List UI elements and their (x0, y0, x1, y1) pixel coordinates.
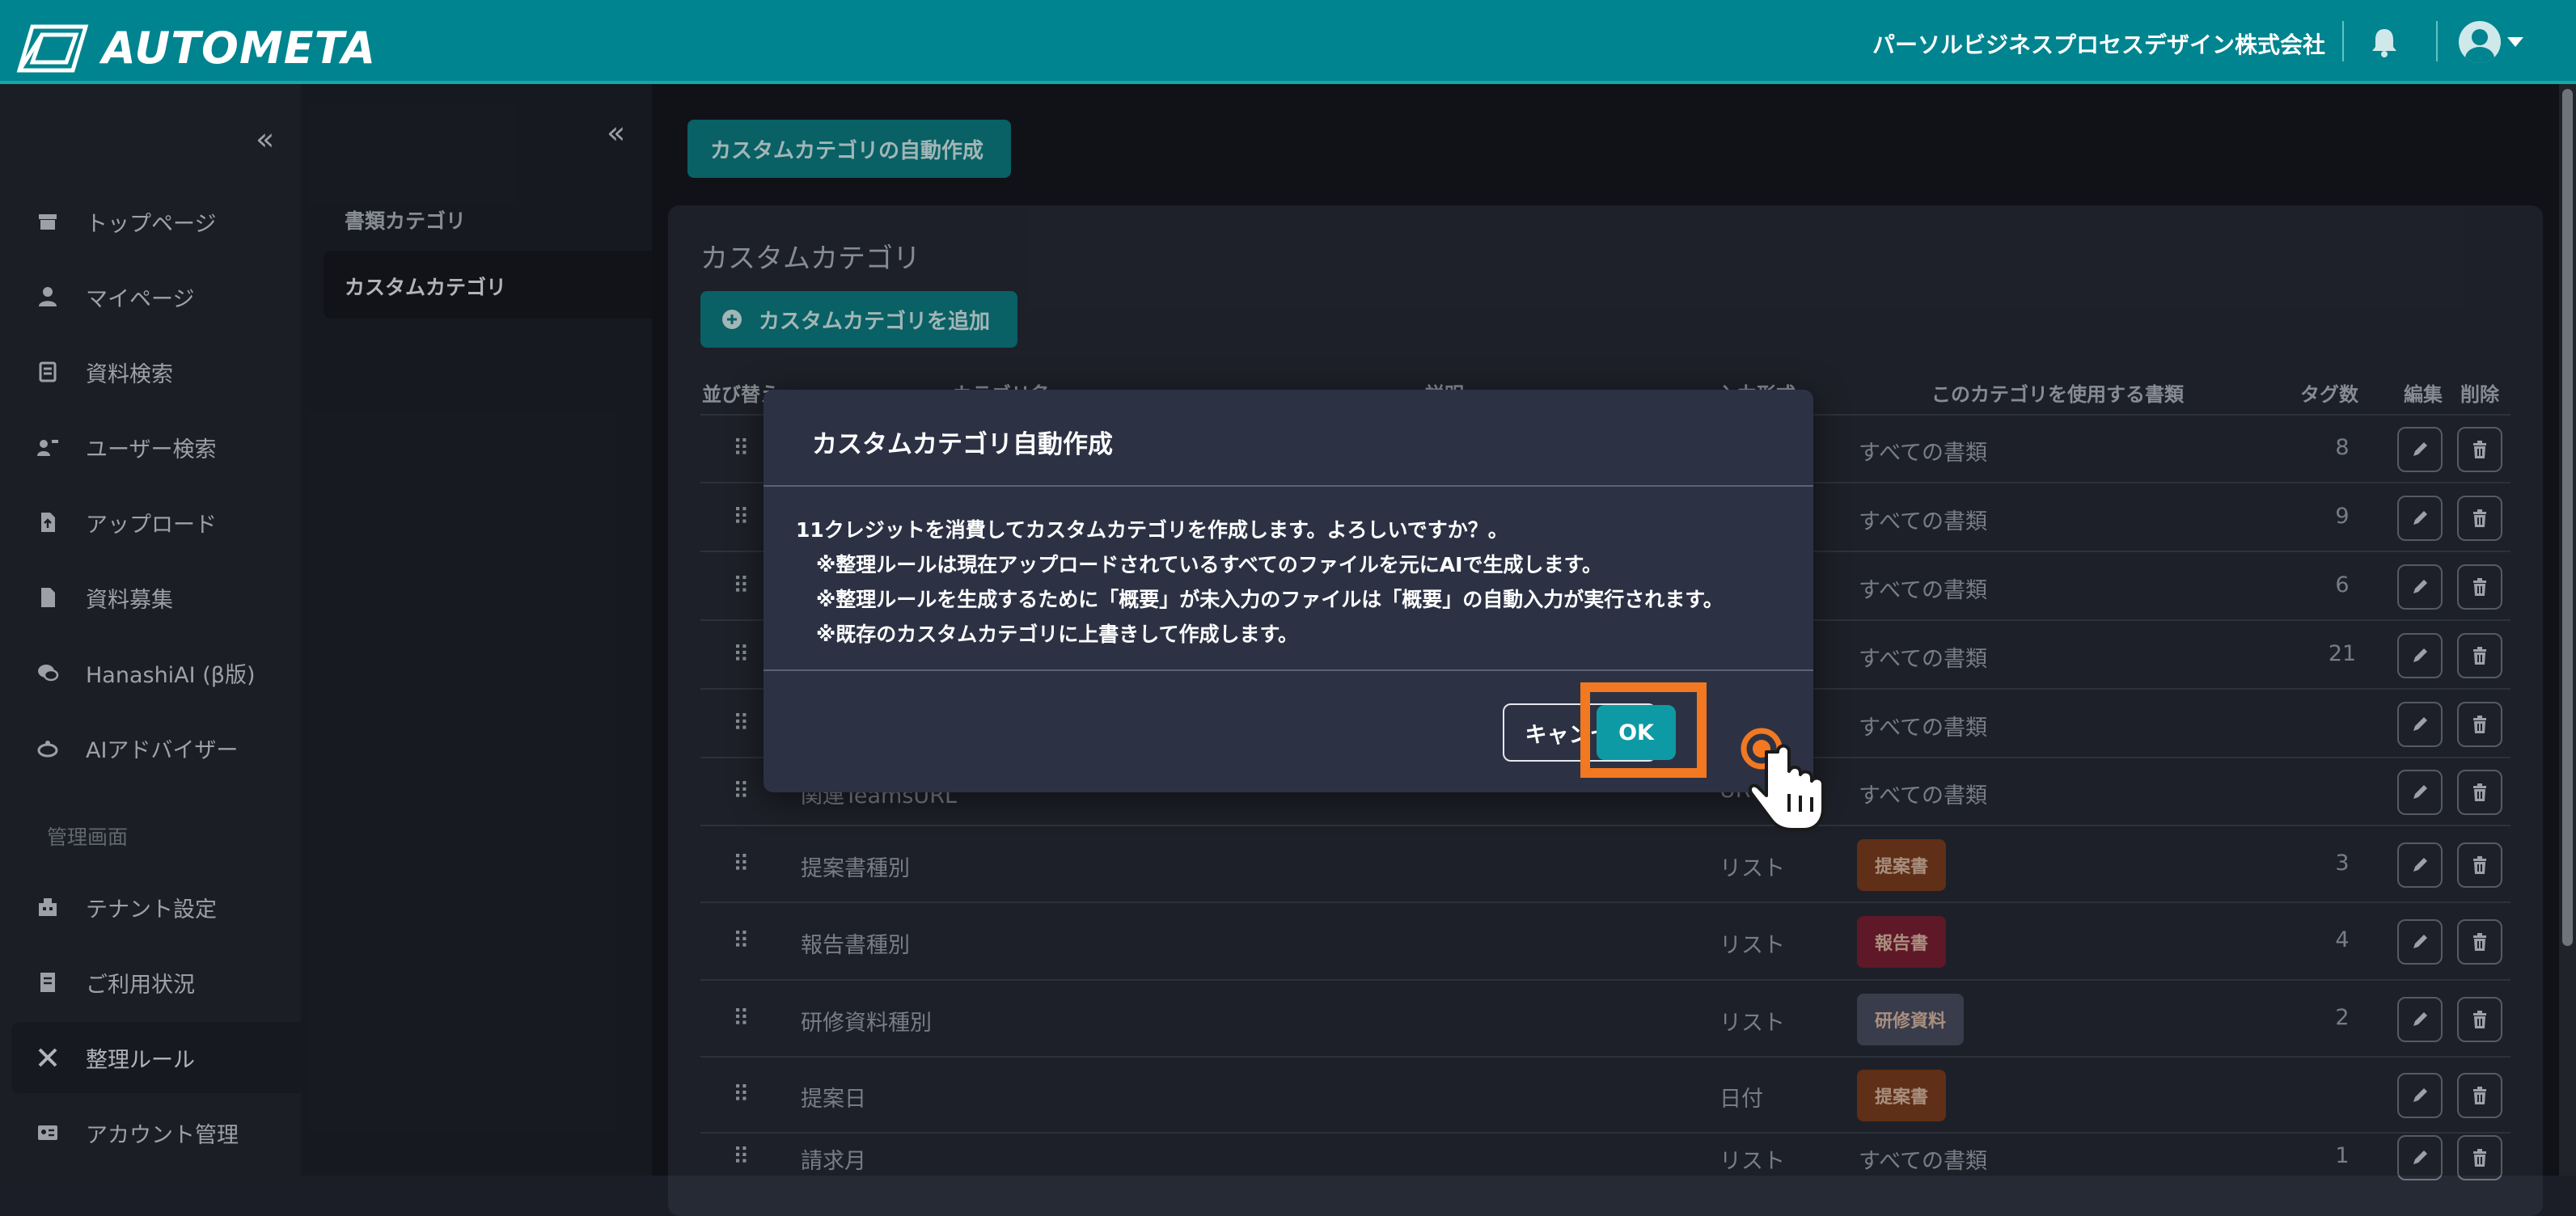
autometa-logo[interactable]: AUTOMETA (16, 23, 376, 74)
header-divider (2342, 21, 2344, 61)
company-name: パーソルビジネスプロセスデザイン株式会社 (1872, 32, 2325, 58)
logo-text: AUTOMETA (102, 23, 377, 74)
ok-button[interactable]: OK (1597, 705, 1676, 760)
confirm-dialog: カスタムカテゴリ自動作成 11クレジットを消費してカスタムカテゴリを作成します。… (763, 390, 1813, 792)
dialog-divider (763, 485, 1813, 487)
top-header: AUTOMETA パーソルビジネスプロセスデザイン株式会社 (0, 0, 2576, 84)
dialog-divider (763, 669, 1813, 671)
logo-mark-icon (16, 24, 89, 72)
dialog-title: カスタムカテゴリ自動作成 (812, 430, 1113, 459)
user-avatar-icon[interactable] (2459, 21, 2501, 63)
chevron-down-icon[interactable] (2507, 37, 2523, 47)
hand-pointer-icon (1741, 728, 1825, 831)
dialog-message: 11クレジットを消費してカスタムカテゴリを作成します。よろしいですか？。 ※整理… (796, 518, 1724, 646)
header-divider (2436, 21, 2438, 61)
bell-icon[interactable] (2368, 26, 2400, 58)
